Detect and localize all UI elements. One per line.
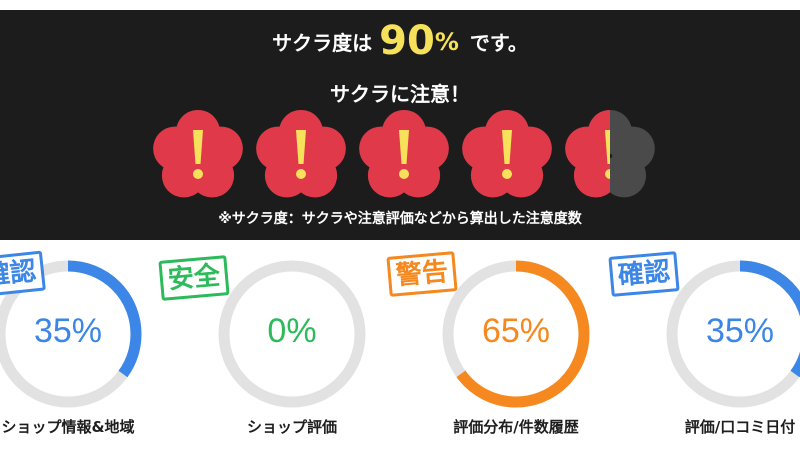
sakura-score-headline: サクラ度は 90% です。 xyxy=(0,18,800,64)
headline-suffix: です。 xyxy=(469,31,528,55)
gauge-label: 評価分布/件数履歴 xyxy=(453,418,579,436)
sakura-blossom-icon xyxy=(565,110,655,198)
gauge-value: 35% xyxy=(33,312,103,350)
sakura-warning: サクラに注意！ xyxy=(330,82,470,106)
gauge-label: ショップ情報&地域 xyxy=(1,418,135,436)
gauge-value: 65% xyxy=(481,312,551,350)
headline-prefix: サクラ度は xyxy=(272,31,373,55)
sakura-blossom-icon xyxy=(359,110,449,198)
gauge-status-stamp: 確認 xyxy=(608,251,680,297)
sakura-rating xyxy=(0,106,800,202)
sakura-banner: サクラ度は 90% です。 サクラに注意！ ※サクラ度：サクラや注意評価などから… xyxy=(0,0,800,240)
sakura-blossom-icon xyxy=(153,110,243,198)
sakura-blossom-icon xyxy=(256,110,346,198)
sakura-percent: 90 xyxy=(379,18,435,64)
gauge-value: 35% xyxy=(705,312,775,350)
gauge-card: 35% 確認評価/口コミ日付 xyxy=(608,240,800,450)
sakura-blossom-icon xyxy=(462,110,552,198)
gauge-status-stamp: 安全 xyxy=(158,255,230,301)
gauge-label: 評価/口コミ日付 xyxy=(684,418,796,436)
sakura-percent-sign: % xyxy=(434,28,459,56)
sakura-footnote: ※サクラ度：サクラや注意評価などから算出した注意度数 xyxy=(218,211,582,227)
top-border xyxy=(0,0,800,10)
gauge-status-stamp: 確認 xyxy=(0,250,46,298)
gauge-value: 0% xyxy=(267,312,317,350)
gauge-status-stamp: 警告 xyxy=(386,251,458,297)
gauge-label: ショップ評価 xyxy=(246,418,337,436)
